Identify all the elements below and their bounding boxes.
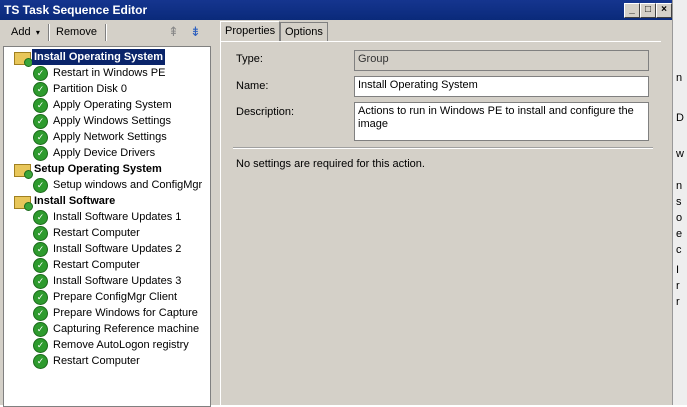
name-field[interactable]: Install Operating System: [354, 76, 649, 97]
divider: [233, 147, 653, 149]
move-down-icon[interactable]: ⇟: [190, 24, 201, 40]
checkmark-icon: ✓: [33, 210, 48, 225]
tree-item-label: Restart Computer: [53, 227, 140, 239]
checkmark-icon: ✓: [33, 226, 48, 241]
tree-item-label: Partition Disk 0: [53, 83, 127, 95]
tree-item-label: Apply Windows Settings: [53, 115, 171, 127]
checkmark-icon: ✓: [33, 322, 48, 337]
background-text-fragment: I: [676, 264, 680, 276]
background-text-fragment: w: [676, 148, 684, 160]
background-text-fragment: s: [676, 196, 682, 208]
folder-icon: [14, 164, 33, 179]
tab-options[interactable]: Options: [280, 22, 328, 41]
name-label: Name:: [236, 80, 269, 92]
checkmark-icon: ✓: [33, 258, 48, 273]
background-text-fragment: r: [676, 296, 680, 308]
description-label: Description:: [236, 106, 295, 118]
tree-item-label: Install Software Updates 1: [53, 211, 182, 223]
tree-item-label: Install Software Updates 3: [53, 275, 182, 287]
tree-item-label: Remove AutoLogon registry: [53, 339, 189, 351]
properties-panel: Type: Group Name: Install Operating Syst…: [220, 41, 661, 406]
type-label: Type:: [236, 53, 263, 65]
checkmark-icon: ✓: [33, 82, 48, 97]
tree-item-label: Install Software Updates 2: [53, 243, 182, 255]
tree-item-label: Setup windows and ConfigMgr: [53, 179, 203, 191]
checkmark-icon: ✓: [33, 114, 48, 129]
minimize-icon[interactable]: _: [624, 3, 640, 18]
title-bar[interactable]: TS Task Sequence Editor _ □ ×: [0, 0, 672, 20]
checkmark-icon: ✓: [33, 290, 48, 305]
toolbar-divider: [105, 24, 107, 41]
checkmark-icon: ✓: [33, 306, 48, 321]
toolbar-divider: [48, 24, 50, 41]
folder-icon: [14, 196, 33, 211]
maximize-icon[interactable]: □: [640, 3, 656, 18]
tree-item-label: Restart Computer: [53, 259, 140, 271]
checkmark-icon: ✓: [33, 130, 48, 145]
remove-button[interactable]: Remove: [56, 26, 97, 38]
type-field: Group: [354, 50, 649, 71]
add-button-label: Add: [11, 26, 31, 38]
background-text-fragment: o: [676, 212, 683, 224]
move-up-icon[interactable]: ⇞: [168, 24, 179, 40]
checkmark-icon: ✓: [33, 354, 48, 369]
background-text-fragment: c: [676, 244, 682, 256]
task-sequence-tree[interactable]: Install Operating System ✓ Restart in Wind…: [3, 46, 211, 407]
chevron-down-icon: ▾: [33, 28, 40, 37]
toolbar: Add ▾ Remove ⇞ ⇟: [0, 20, 212, 45]
add-button[interactable]: Add ▾: [11, 26, 40, 38]
checkmark-icon: ✓: [33, 338, 48, 353]
checkmark-icon: ✓: [33, 242, 48, 257]
tree-item-label: Install Operating System: [32, 49, 165, 65]
tree-item-label: Apply Operating System: [53, 99, 172, 111]
checkmark-icon: ✓: [33, 146, 48, 161]
close-icon[interactable]: ×: [656, 3, 672, 18]
background-text-fragment: n: [676, 72, 683, 84]
background-text-fragment: n: [676, 180, 683, 192]
tree-item-label: Prepare Windows for Capture: [53, 307, 198, 319]
background-text-fragment: e: [676, 228, 683, 240]
tree-item-label: Capturing Reference machine: [53, 323, 200, 335]
background-text-fragment: D: [676, 112, 684, 124]
no-settings-note: No settings are required for this action…: [236, 158, 425, 170]
description-field[interactable]: Actions to run in Windows PE to install …: [354, 102, 649, 141]
checkmark-icon: ✓: [33, 274, 48, 289]
checkmark-icon: ✓: [33, 178, 48, 193]
tree-item-label: Restart in Windows PE: [53, 67, 166, 79]
tree-item-label: Apply Network Settings: [53, 131, 167, 143]
background-text-fragment: r: [676, 280, 680, 292]
tree-item-label: Prepare ConfigMgr Client: [53, 291, 178, 303]
tree-item-label: Restart Computer: [53, 355, 140, 367]
task-sequence-editor-window: TS Task Sequence Editor _ □ × Add ▾ Remo…: [0, 0, 673, 407]
tree-item-label: Install Software: [34, 195, 116, 207]
tab-properties[interactable]: Properties: [220, 21, 281, 41]
window-title: TS Task Sequence Editor: [4, 3, 148, 17]
tree-item-label: Setup Operating System: [34, 163, 162, 175]
checkmark-icon: ✓: [33, 66, 48, 81]
folder-icon: [14, 52, 33, 67]
checkmark-icon: ✓: [33, 98, 48, 113]
tree-item-label: Apply Device Drivers: [53, 147, 156, 159]
